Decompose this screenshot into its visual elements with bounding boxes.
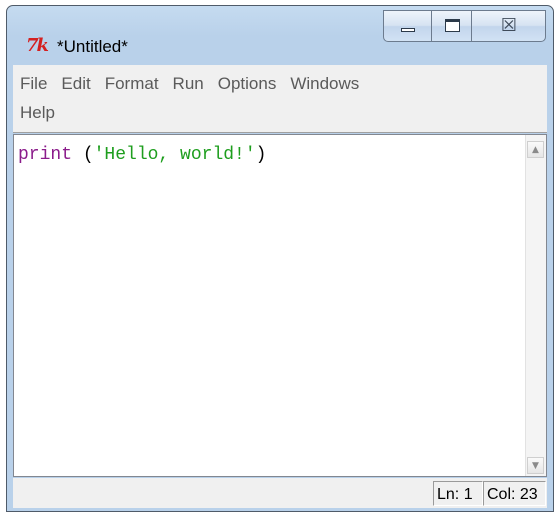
caption-buttons: ☒ bbox=[383, 10, 546, 44]
menu-row: Help bbox=[13, 100, 61, 126]
status-bar: Ln: 1 Col: 23 bbox=[13, 478, 547, 508]
menu-row: File Edit Format Run Options Windows bbox=[13, 71, 366, 97]
menu-help[interactable]: Help bbox=[13, 100, 61, 126]
code-line: print ('Hello, world!') bbox=[18, 144, 266, 166]
code-punctuation-close: ) bbox=[255, 145, 267, 165]
menu-options[interactable]: Options bbox=[211, 71, 283, 97]
menu-divider bbox=[13, 132, 547, 133]
close-icon: ☒ bbox=[500, 15, 518, 36]
menu-file[interactable]: File bbox=[13, 71, 53, 97]
code-string: 'Hello, world!' bbox=[93, 145, 256, 165]
scroll-up-icon[interactable]: ▲ bbox=[527, 141, 544, 158]
code-editor[interactable]: print ('Hello, world!') ▲ ▼ bbox=[13, 134, 547, 477]
idle-python-icon[interactable]: 7k bbox=[26, 35, 54, 57]
title-bar[interactable]: 7k *Untitled* ☒ bbox=[7, 6, 553, 64]
menu-edit[interactable]: Edit bbox=[54, 71, 96, 97]
code-keyword: print bbox=[18, 145, 73, 165]
status-line: Ln: 1 bbox=[433, 481, 483, 506]
maximize-button[interactable] bbox=[431, 10, 472, 42]
minimize-icon bbox=[401, 28, 415, 32]
scroll-down-icon[interactable]: ▼ bbox=[527, 457, 544, 474]
vertical-scrollbar[interactable]: ▲ ▼ bbox=[525, 135, 546, 476]
menu-bar: File Edit Format Run Options Windows Hel… bbox=[13, 65, 547, 133]
maximize-icon bbox=[445, 19, 460, 32]
code-punctuation-open: ( bbox=[72, 145, 94, 165]
close-button[interactable]: ☒ bbox=[471, 10, 546, 42]
window-title: *Untitled* bbox=[57, 37, 128, 56]
status-column: Col: 23 bbox=[483, 481, 546, 506]
menu-format[interactable]: Format bbox=[98, 71, 165, 97]
menu-windows[interactable]: Windows bbox=[283, 71, 365, 97]
menu-run[interactable]: Run bbox=[166, 71, 210, 97]
minimize-button[interactable] bbox=[383, 10, 432, 42]
editor-window: 7k *Untitled* ☒ File Edit Format Run Opt… bbox=[6, 5, 554, 512]
